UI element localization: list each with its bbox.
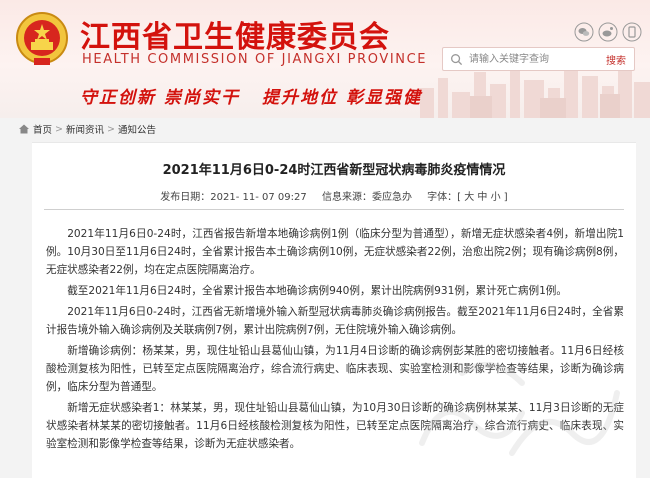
slogan-4: 彰显强健 [346, 88, 422, 108]
article-title: 2021年11月6日0-24时江西省新型冠状病毒肺炎疫情情况 [162, 163, 506, 178]
title-divider [44, 209, 624, 210]
breadcrumb-news[interactable]: 新闻资讯 [66, 122, 104, 136]
article-body: 2021年11月6日0-24时，江西省报告新增本地确诊病例1例（临床分型为普通型… [46, 225, 624, 456]
home-icon [19, 124, 29, 134]
site-header: 江西省卫生健康委员会 HEALTH COMMISSION OF JIANGXI … [0, 0, 650, 118]
weibo-icon[interactable] [598, 22, 618, 42]
app-icon[interactable] [622, 22, 642, 42]
article-card: 2021年11月6日0-24时江西省新型冠状病毒肺炎疫情情况 发布日期：2021… [32, 142, 636, 478]
font-size-large[interactable]: 大 [464, 192, 474, 203]
info-source: 信息来源：委应急办 [321, 192, 412, 203]
slogan-2: 崇尚实干 [164, 88, 240, 108]
font-size-control: 字体：[ 大 中 小 ] [427, 192, 508, 203]
breadcrumb-home[interactable]: 首页 [33, 122, 52, 136]
slogan-1: 守正创新 [80, 88, 156, 108]
font-size-small[interactable]: 小 [491, 192, 501, 203]
search-button[interactable]: 搜索 [606, 52, 626, 67]
paragraph: 新增无症状感染者1：林某某，男，现住址铅山县葛仙山镇，为10月30日诊断的确诊病… [46, 402, 624, 450]
search-icon [451, 54, 463, 66]
article-meta: 发布日期：2021- 11- 07 09:27 信息来源：委应急办 字体：[ 大… [32, 188, 636, 203]
site-title-english: HEALTH COMMISSION OF JIANGXI PROVINCE [82, 52, 428, 67]
publish-date: 发布日期：2021- 11- 07 09:27 [160, 192, 307, 203]
site-title: 江西省卫生健康委员会 [80, 20, 390, 55]
paragraph: 截至2021年11月6日24时，全省累计报告本地确诊病例940例，累计出院病例9… [67, 285, 567, 297]
paragraph: 新增确诊病例：杨某某，男，现住址铅山县葛仙山镇，为11月4日诊断的确诊病例彭某胜… [46, 345, 624, 393]
breadcrumb-separator: > [55, 123, 63, 135]
paragraph: 2021年11月6日0-24时，江西省无新增境外输入新型冠状病毒肺炎确诊病例报告… [46, 306, 624, 336]
search-box: 搜索 [442, 47, 635, 71]
search-input[interactable] [469, 50, 589, 68]
slogan-3: 提升地位 [262, 88, 338, 108]
breadcrumb: 首页 > 新闻资讯 > 通知公告 [18, 121, 156, 137]
wechat-icon[interactable] [574, 22, 594, 42]
paragraph: 2021年11月6日0-24时，江西省报告新增本地确诊病例1例（临床分型为普通型… [46, 228, 624, 276]
national-emblem-icon [16, 12, 68, 65]
font-size-medium[interactable]: 中 [477, 192, 487, 203]
breadcrumb-separator: > [107, 123, 115, 135]
breadcrumb-notices[interactable]: 通知公告 [118, 122, 156, 136]
